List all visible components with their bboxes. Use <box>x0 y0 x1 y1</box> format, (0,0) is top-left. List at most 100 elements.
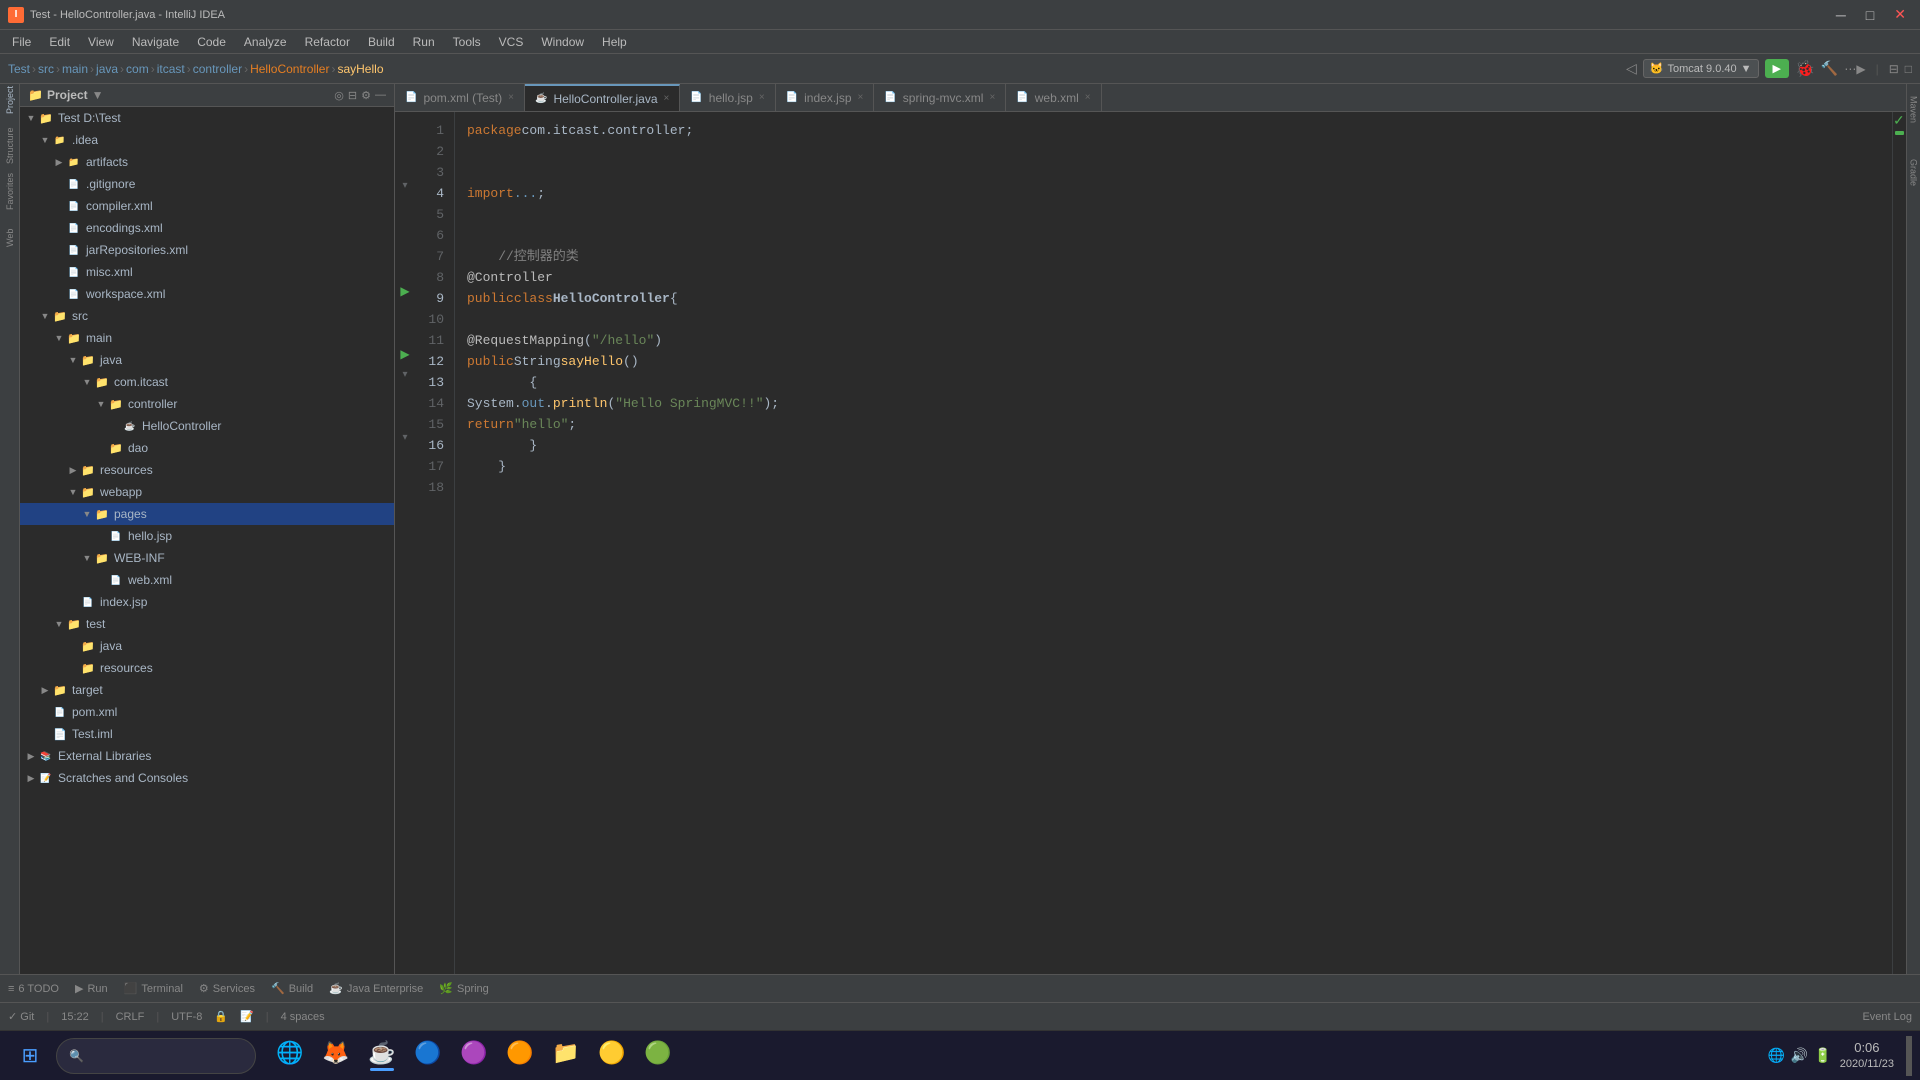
editor-tab[interactable]: 📄web.xml× <box>1006 84 1101 112</box>
tomcat-selector[interactable]: 🐱 Tomcat 9.0.40 ▼ <box>1643 59 1759 78</box>
menu-item-vcs[interactable]: VCS <box>491 33 532 51</box>
tree-arrow-icon[interactable]: ▶ <box>24 751 38 762</box>
minimize-button[interactable]: ─ <box>1830 5 1852 25</box>
tree-item[interactable]: 📄workspace.xml <box>20 283 394 305</box>
tree-item[interactable]: ▼📁.idea <box>20 129 394 151</box>
tree-arrow-icon[interactable]: ▶ <box>66 465 80 476</box>
tree-item[interactable]: ▼📁WEB-INF <box>20 547 394 569</box>
bottom-tool-run[interactable]: ▶Run <box>75 982 108 995</box>
tree-item[interactable]: ☕HelloController <box>20 415 394 437</box>
tab-close-button[interactable]: × <box>759 92 765 103</box>
menu-item-window[interactable]: Window <box>533 33 592 51</box>
editor-tab[interactable]: 📄hello.jsp× <box>680 84 775 112</box>
taskbar-app-1[interactable]: 🦊 <box>314 1034 358 1078</box>
tree-item[interactable]: ▼📁main <box>20 327 394 349</box>
tree-item[interactable]: 📁resources <box>20 657 394 679</box>
tree-item[interactable]: 📄hello.jsp <box>20 525 394 547</box>
breadcrumb-hellocontroller[interactable]: HelloController <box>250 62 329 76</box>
tree-arrow-icon[interactable]: ▶ <box>52 157 66 168</box>
breadcrumb-main[interactable]: main <box>62 62 88 76</box>
activity-favorites[interactable]: Favorites <box>1 180 19 204</box>
bottom-tool-java-enterprise[interactable]: ☕Java Enterprise <box>329 982 423 995</box>
breadcrumb-java[interactable]: java <box>96 62 118 76</box>
taskbar-app-4[interactable]: 🟣 <box>452 1034 496 1078</box>
menu-item-build[interactable]: Build <box>360 33 403 51</box>
tree-arrow-icon[interactable]: ▶ <box>24 773 38 784</box>
tree-item[interactable]: ▼📁webapp <box>20 481 394 503</box>
tree-arrow-icon[interactable]: ▼ <box>38 311 52 321</box>
tree-item[interactable]: 📁dao <box>20 437 394 459</box>
tree-arrow-icon[interactable]: ▼ <box>66 487 80 497</box>
bottom-tool-build[interactable]: 🔨Build <box>271 982 313 995</box>
tree-item[interactable]: ▼📁com.itcast <box>20 371 394 393</box>
fold-icon[interactable]: ▾ <box>402 180 407 191</box>
toolbar-icon-2[interactable]: □ <box>1905 62 1912 76</box>
right-panel-gradle[interactable]: Gradle <box>1907 151 1920 194</box>
tree-arrow-icon[interactable]: ▼ <box>52 619 66 629</box>
restore-button[interactable]: □ <box>1860 5 1880 25</box>
tree-arrow-icon[interactable]: ▼ <box>38 135 52 145</box>
tree-item[interactable]: 📄compiler.xml <box>20 195 394 217</box>
status-line-col[interactable]: 15:22 <box>61 1011 89 1023</box>
run-button[interactable]: ▶ <box>1765 59 1789 78</box>
menu-item-refactor[interactable]: Refactor <box>297 33 358 51</box>
tree-arrow-icon[interactable]: ▼ <box>80 509 94 519</box>
status-vcs-icon[interactable]: ✓ Git <box>8 1010 34 1023</box>
build-button[interactable]: 🔨 <box>1821 60 1838 77</box>
tree-item[interactable]: ▶📁resources <box>20 459 394 481</box>
menu-item-help[interactable]: Help <box>594 33 635 51</box>
editor-tab[interactable]: 📄index.jsp× <box>776 84 875 112</box>
tree-item[interactable]: 📄jarRepositories.xml <box>20 239 394 261</box>
menu-item-run[interactable]: Run <box>405 33 443 51</box>
taskbar-app-3[interactable]: 🔵 <box>406 1034 450 1078</box>
taskbar-app-6[interactable]: 📁 <box>544 1034 588 1078</box>
tab-close-button[interactable]: × <box>508 92 514 103</box>
tree-arrow-icon[interactable]: ▼ <box>94 399 108 409</box>
tree-item[interactable]: 📄pom.xml <box>20 701 394 723</box>
taskbar-app-0[interactable]: 🌐 <box>268 1034 312 1078</box>
tree-item[interactable]: ▼📁controller <box>20 393 394 415</box>
project-tool-collapse[interactable]: ⊟ <box>348 89 357 102</box>
tree-item[interactable]: ▼📁src <box>20 305 394 327</box>
breadcrumb-com[interactable]: com <box>126 62 149 76</box>
status-indent[interactable]: 4 spaces <box>281 1011 325 1023</box>
nav-back-icon[interactable]: ◁ <box>1626 60 1637 77</box>
bottom-tool-todo[interactable]: ≡6 TODO <box>8 983 59 995</box>
tree-item[interactable]: 📄.gitignore <box>20 173 394 195</box>
close-button[interactable]: ✕ <box>1888 4 1912 25</box>
project-tool-hide[interactable]: — <box>375 89 386 102</box>
toolbar-icon-1[interactable]: ⊟ <box>1889 62 1899 76</box>
activity-web[interactable]: Web <box>1 226 19 250</box>
tab-close-button[interactable]: × <box>1085 92 1091 103</box>
start-button[interactable]: ⊞ <box>8 1034 52 1078</box>
tab-close-button[interactable]: × <box>989 92 995 103</box>
taskbar-search[interactable]: 🔍 <box>56 1038 256 1074</box>
editor-tab[interactable]: 📄spring-mvc.xml× <box>874 84 1006 112</box>
project-tool-locate[interactable]: ◎ <box>334 89 344 102</box>
tree-arrow-icon[interactable]: ▼ <box>80 553 94 563</box>
taskbar-app-5[interactable]: 🟠 <box>498 1034 542 1078</box>
taskbar-app-2[interactable]: ☕ <box>360 1034 404 1078</box>
menu-item-view[interactable]: View <box>80 33 122 51</box>
breadcrumb-sayhello[interactable]: sayHello <box>337 62 383 76</box>
editor-tab[interactable]: ☕HelloController.java× <box>525 84 680 112</box>
more-run-options[interactable]: ⋯▶ <box>1844 62 1865 76</box>
tree-item[interactable]: 📄Test.iml <box>20 723 394 745</box>
bottom-tool-services[interactable]: ⚙Services <box>199 982 255 995</box>
tree-arrow-icon[interactable]: ▼ <box>66 355 80 365</box>
tree-arrow-icon[interactable]: ▼ <box>24 113 38 123</box>
tree-item[interactable]: ▼📁test <box>20 613 394 635</box>
bottom-tool-spring[interactable]: 🌿Spring <box>439 982 489 995</box>
tree-item[interactable]: ▶📚External Libraries <box>20 745 394 767</box>
run-gutter-icon[interactable]: ▶ <box>400 284 409 298</box>
breadcrumb-src[interactable]: src <box>38 62 54 76</box>
tab-close-button[interactable]: × <box>664 93 670 104</box>
activity-structure[interactable]: Structure <box>1 134 19 158</box>
menu-item-code[interactable]: Code <box>189 33 234 51</box>
status-encoding[interactable]: UTF-8 <box>171 1011 202 1023</box>
menu-item-file[interactable]: File <box>4 33 39 51</box>
tree-item[interactable]: 📄index.jsp <box>20 591 394 613</box>
breadcrumb-itcast[interactable]: itcast <box>157 62 185 76</box>
tree-arrow-icon[interactable]: ▼ <box>80 377 94 387</box>
tree-item[interactable]: ▶📝Scratches and Consoles <box>20 767 394 789</box>
